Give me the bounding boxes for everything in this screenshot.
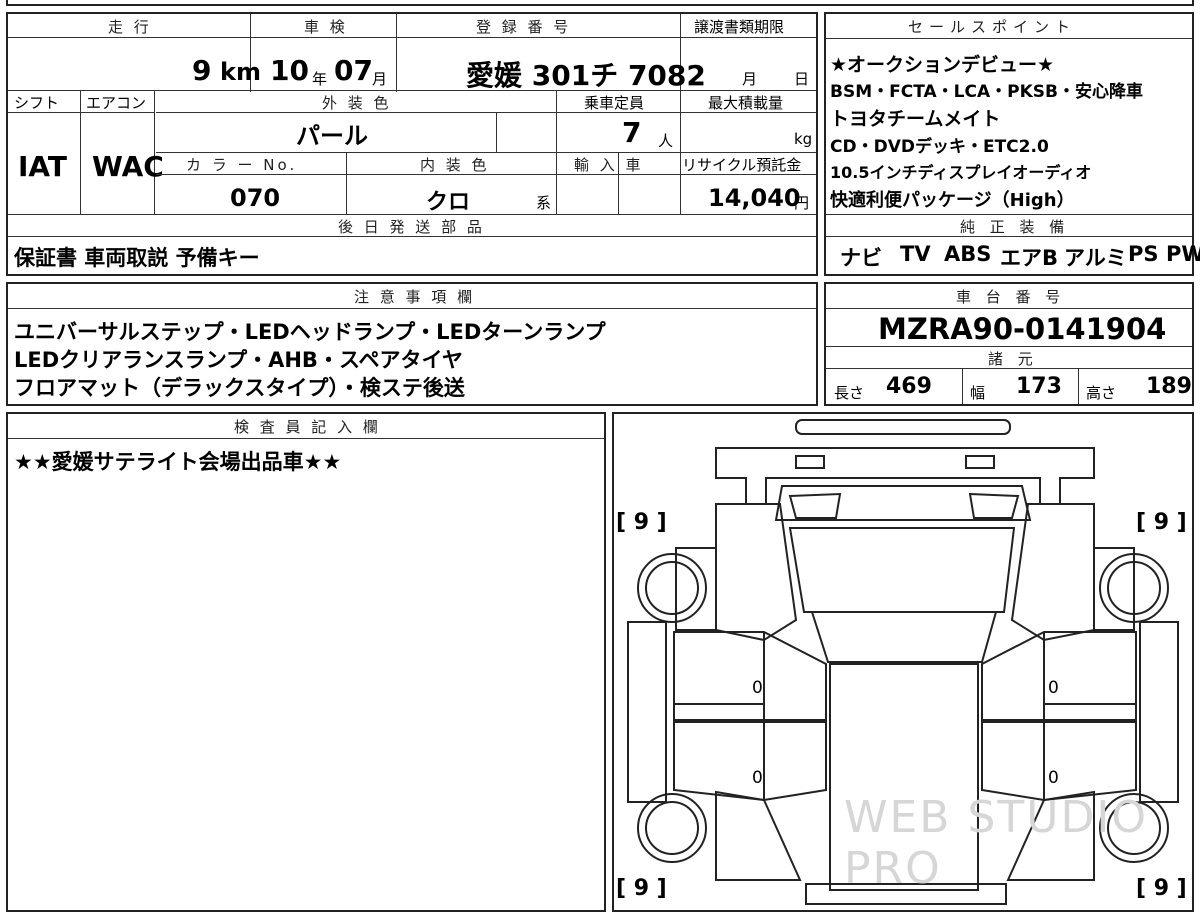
registration-value: 愛媛 301チ 7082 (466, 59, 706, 92)
equipment-ps: PS (1128, 242, 1159, 266)
inspection-year: 10 (270, 54, 309, 87)
door-rear-right-score: 0 (1048, 768, 1059, 788)
interior-color-header: 内 装 色 (420, 156, 490, 174)
interior-color-value: クロ (426, 190, 471, 215)
length-value: 469 (886, 374, 932, 399)
shift-header: シフト (14, 94, 60, 112)
equipment-alloy: アルミ (1064, 246, 1127, 270)
vehicle-info-table: 走 行 車 検 登 録 番 号 譲渡書類期限 9 km 10 年 07 月 愛媛… (6, 12, 818, 276)
top-cut-row (6, 0, 1194, 6)
width-value: 173 (1016, 374, 1062, 399)
later-parts-value: 保証書 車両取説 予備キー (14, 246, 260, 270)
color-no-header: カ ラ ー No. (186, 156, 298, 174)
capacity-value: 7 (622, 116, 642, 149)
door-rear-left-score: 0 (752, 768, 763, 788)
sales-point-line-1: ★オークションデビュー★ (830, 54, 1055, 76)
notes-line-1: ユニバーサルステップ・LEDヘッドランプ・LEDターンランプ (14, 320, 606, 344)
car-diagram-panel: [ 9 ] [ 9 ] [ 9 ] [ 9 ] 0 0 0 0 WEB STUD… (612, 412, 1194, 912)
sales-points-panel: セールスポイント ★オークションデビュー★ BSM・FCTA・LCA・PKSB・… (824, 12, 1200, 276)
notes-line-2: LEDクリアランスランプ・AHB・スペアタイヤ (14, 348, 463, 372)
notes-header: 注 意 事 項 欄 (354, 288, 476, 306)
exterior-color-header: 外 装 色 (322, 94, 392, 112)
height-label: 高さ (1086, 384, 1117, 402)
recycle-unit: 円 (794, 194, 810, 212)
recycle-header: リサイクル預託金 (682, 156, 802, 174)
color-no-value: 070 (230, 184, 281, 212)
sales-point-line-5: 10.5インチディスプレイオーディオ (830, 163, 1092, 182)
tire-rear-left: [ 9 ] (616, 876, 667, 901)
shift-value: IAT (18, 150, 68, 183)
transfer-day-unit: 日 (794, 70, 810, 88)
equipment-abs: ABS (944, 242, 992, 266)
inspector-comment: ★★愛媛サテライト会場出品車★★ (14, 450, 342, 474)
sales-point-line-3: トヨタチームメイト (830, 108, 1001, 130)
max-load-header: 最大積載量 (708, 94, 784, 112)
capacity-unit: 人 (658, 132, 674, 150)
import-header: 輸 入 車 (574, 156, 644, 174)
inspection-header: 車 検 (304, 18, 348, 36)
inspector-panel: 検 査 員 記 入 欄 ★★愛媛サテライト会場出品車★★ (6, 412, 606, 912)
notes-panel: 注 意 事 項 欄 ユニバーサルステップ・LEDヘッドランプ・LEDターンランプ… (6, 282, 818, 406)
exterior-color-value: パール (296, 122, 368, 150)
chassis-panel: 車 台 番 号 MZRA90-0141904 諸 元 長さ 469 幅 173 … (824, 282, 1194, 406)
mileage-value: 9 (192, 54, 212, 87)
notes-line-3: フロアマット（デラックスタイプ）・検ステ後送 (14, 376, 465, 400)
equipment-pw: PW (1166, 242, 1200, 266)
chassis-header: 車 台 番 号 (956, 288, 1066, 306)
length-label: 長さ (834, 384, 865, 402)
tire-front-left: [ 9 ] (616, 510, 667, 535)
chassis-number: MZRA90-0141904 (878, 312, 1167, 346)
width-label: 幅 (970, 384, 986, 402)
height-value: 189 (1146, 374, 1192, 399)
registration-header: 登 録 番 号 (476, 18, 572, 36)
equipment-header: 純 正 装 備 (960, 218, 1070, 236)
mileage-unit: km (220, 58, 261, 86)
aircon-header: エアコン (86, 94, 147, 112)
inspection-month-unit: 月 (372, 70, 388, 88)
tire-front-right: [ 9 ] (1136, 510, 1187, 535)
door-front-right-score: 0 (1048, 678, 1059, 698)
spec-header: 諸 元 (988, 350, 1038, 368)
max-load-unit: kg (794, 130, 813, 148)
transfer-month-unit: 月 (742, 70, 758, 88)
watermark: WEB STUDIO PRO (844, 792, 1148, 894)
sales-points-header: セールスポイント (908, 18, 1077, 36)
transfer-deadline-header: 譲渡書類期限 (694, 18, 785, 36)
later-parts-header: 後 日 発 送 部 品 (338, 218, 485, 236)
equipment-navi: ナビ (840, 246, 882, 270)
door-front-left-score: 0 (752, 678, 763, 698)
inspector-header: 検 査 員 記 入 欄 (234, 418, 381, 436)
capacity-header: 乗車定員 (584, 94, 645, 112)
aircon-value: WAC (92, 150, 164, 183)
sales-point-line-2: BSM・FCTA・LCA・PKSB・安心降車 (830, 82, 1143, 102)
interior-color-unit: 系 (536, 194, 552, 212)
equipment-tv: TV (900, 242, 931, 266)
sales-point-line-6: 快適利便パッケージ（High） (830, 190, 1075, 211)
inspection-year-unit: 年 (312, 70, 328, 88)
inspection-month: 07 (334, 54, 373, 87)
mileage-header: 走 行 (108, 18, 152, 36)
equipment-airbag: エアB (1000, 246, 1059, 270)
sales-point-line-4: CD・DVDデッキ・ETC2.0 (830, 137, 1049, 157)
recycle-value: 14,040 (708, 184, 801, 212)
